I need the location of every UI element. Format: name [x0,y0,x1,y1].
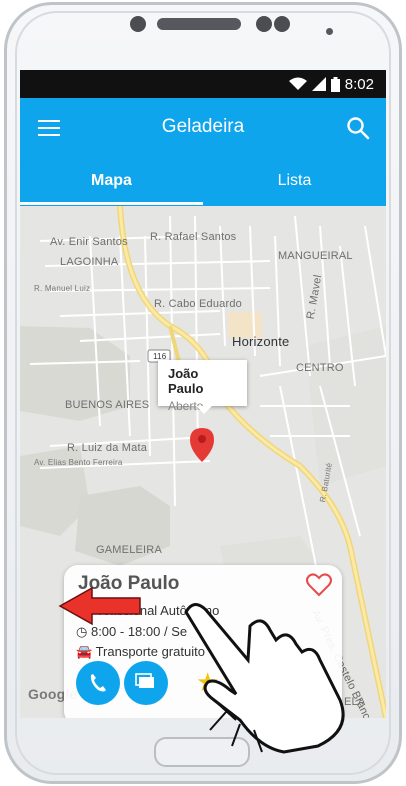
screen: 8:02 Geladeira Mapa Lista Av. Enir Santo… [20,70,386,718]
info-window-status: Aberto [168,399,204,413]
sensor-left [256,16,272,32]
map-label: MANGUEIRAL [278,250,353,262]
tab-indicator [20,202,203,205]
star-icon[interactable]: ★ [196,667,219,698]
card-hours: ◷ 8:00 - 18:00 / Se [76,624,188,639]
map-label: R. Luiz da Mata [67,442,148,454]
search-icon[interactable] [346,116,370,140]
map-label: R. Rafael Santos [150,231,237,243]
map-label: Av. Elias Bento Ferreira [34,458,123,467]
card-name: João Paulo [78,573,180,594]
status-bar: 8:02 [20,70,386,98]
card-transport: 🚘 Transporte gratuito [76,644,205,659]
map-label: CENTRO [296,362,344,374]
proximity-sensor [326,28,333,35]
tab-lista[interactable]: Lista [203,172,386,206]
tab-mapa[interactable]: Mapa [20,172,203,206]
map-info-window[interactable]: João Paulo Aberto [158,360,247,414]
map-label: R. Cabo Eduardo [154,298,242,310]
clock: 8:02 [344,75,374,93]
info-window-name: João Paulo [168,366,204,396]
clock-icon: ◷ [76,624,91,639]
map-label: Horizonte [232,334,290,349]
signal-icon [311,77,326,91]
map-label: LAGOINHA [60,256,119,268]
map-label: GAMELEIRA [96,544,162,556]
heart-icon[interactable] [306,573,332,597]
provider-card[interactable]: João Paulo Profissional Autônomo ◷ 8:00 … [64,565,342,718]
map-label: BUENOS AIRES [65,399,150,411]
call-button[interactable] [76,661,120,705]
battery-icon [330,76,340,92]
chat-icon [135,673,154,688]
message-button[interactable] [124,661,168,705]
map-label: R. Manuel Luiz [34,284,91,293]
card-profession: Profissional Autônomo [90,603,220,618]
sensor-right [274,16,290,32]
front-camera [130,16,146,32]
phone-icon [90,674,106,692]
app-bar: Geladeira Mapa Lista [20,98,386,206]
car-icon: 🚘 [76,644,96,659]
home-button[interactable] [154,737,250,767]
speaker-grille [157,18,241,30]
map-label: ELA [344,696,366,708]
app-title: Geladeira [161,116,245,137]
map-label: Av. Enir Santos [50,236,128,248]
wifi-icon [288,77,307,90]
